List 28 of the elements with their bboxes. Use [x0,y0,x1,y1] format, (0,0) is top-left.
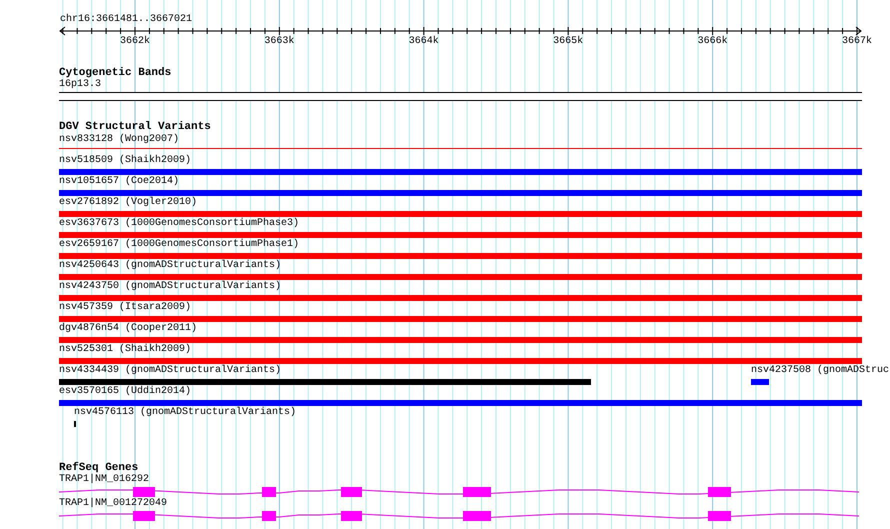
variant-label: nsv457359 (Itsara2009) [59,301,192,314]
region-label: chr16:3661481..3667021 [59,14,194,26]
track-title: Cytogenetic Bands [59,67,172,79]
variant-label: dgv4876n54 (Cooper2011) [59,322,198,335]
variant-label: nsv1051657 (Coe2014) [59,175,180,188]
variant-label: nsv4250643 (gnomADStructuralVariants) [59,259,282,272]
tick-label: 3666k [698,36,728,48]
variant-label: nsv4576113 (gnomADStructuralVariants) [74,406,296,419]
tick-label: 3667k [842,36,872,48]
variant-label: nsv833128 (Wong2007) [59,133,180,146]
variant-label: nsv525301 (Shaikh2009) [59,343,192,356]
variant-label: nsv4334439 (gnomADStructuralVariants) [59,364,282,377]
variant-label: esv2659167 (1000GenomesConsortiumPhase1) [59,238,300,251]
tick-label: 3663k [264,36,294,48]
band-label: 16p13.3 [59,79,102,91]
gene-label: TRAP1|NM_016292 [59,474,150,486]
tick-label: 3664k [408,36,439,48]
gene-label: TRAP1|NM_001272049 [59,498,168,510]
variant-label: esv3570165 (Uddin2014) [59,385,192,398]
variant-label: esv2761892 (Vogler2010) [59,196,198,209]
track-title: DGV Structural Variants [59,121,212,133]
variant-label: nsv4243750 (gnomADStructuralVariants) [59,280,282,293]
tick-label: 3662k [120,36,150,48]
track-title: RefSeq Genes [59,462,138,474]
variant-label: esv3637673 (1000GenomesConsortiumPhase3) [59,217,300,230]
tick-label: 3665k [553,36,584,48]
variant-label: nsv518509 (Shaikh2009) [59,154,192,167]
variant-label: nsv4237508 (gnomADStruc [751,364,890,377]
